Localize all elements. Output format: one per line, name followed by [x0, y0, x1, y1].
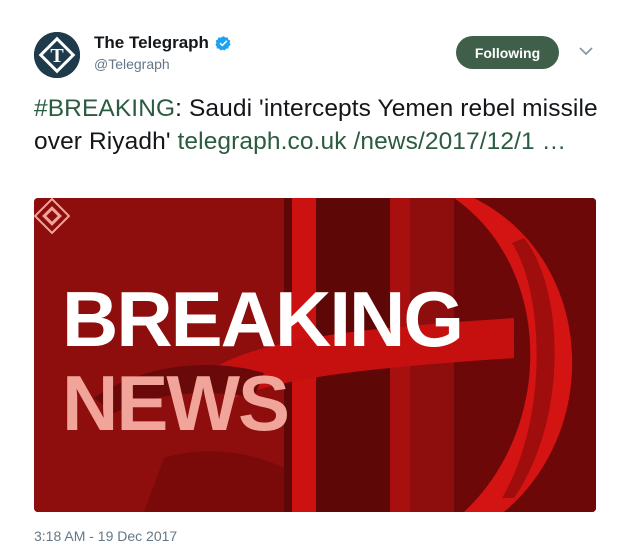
breaking-news-card[interactable]: BREAKING NEWS [34, 198, 596, 512]
chevron-down-icon[interactable] [578, 44, 594, 58]
user-handle[interactable]: @Telegraph [94, 56, 170, 72]
tweet-timestamp[interactable]: 3:18 AM - 19 Dec 2017 [34, 528, 177, 544]
display-name-text[interactable]: The Telegraph [94, 33, 209, 53]
tweet-text: #BREAKING: Saudi 'intercepts Yemen rebel… [34, 92, 604, 158]
article-link[interactable]: telegraph.co.uk /news/2017/12/1 … [178, 128, 567, 155]
display-name[interactable]: The Telegraph [94, 33, 232, 53]
hashtag-link[interactable]: #BREAKING [34, 95, 175, 122]
svg-text:T: T [50, 45, 64, 67]
news-headline: NEWS [62, 359, 290, 447]
telegraph-diamond-icon [34, 198, 70, 234]
breaking-headline: BREAKING [62, 275, 464, 363]
tweet-card: T The Telegraph @Telegraph Following #BR… [0, 0, 635, 558]
following-button[interactable]: Following [456, 36, 559, 69]
telegraph-avatar[interactable]: T [34, 32, 80, 78]
verified-badge-icon [215, 35, 231, 51]
telegraph-logo-icon: T [34, 32, 80, 78]
